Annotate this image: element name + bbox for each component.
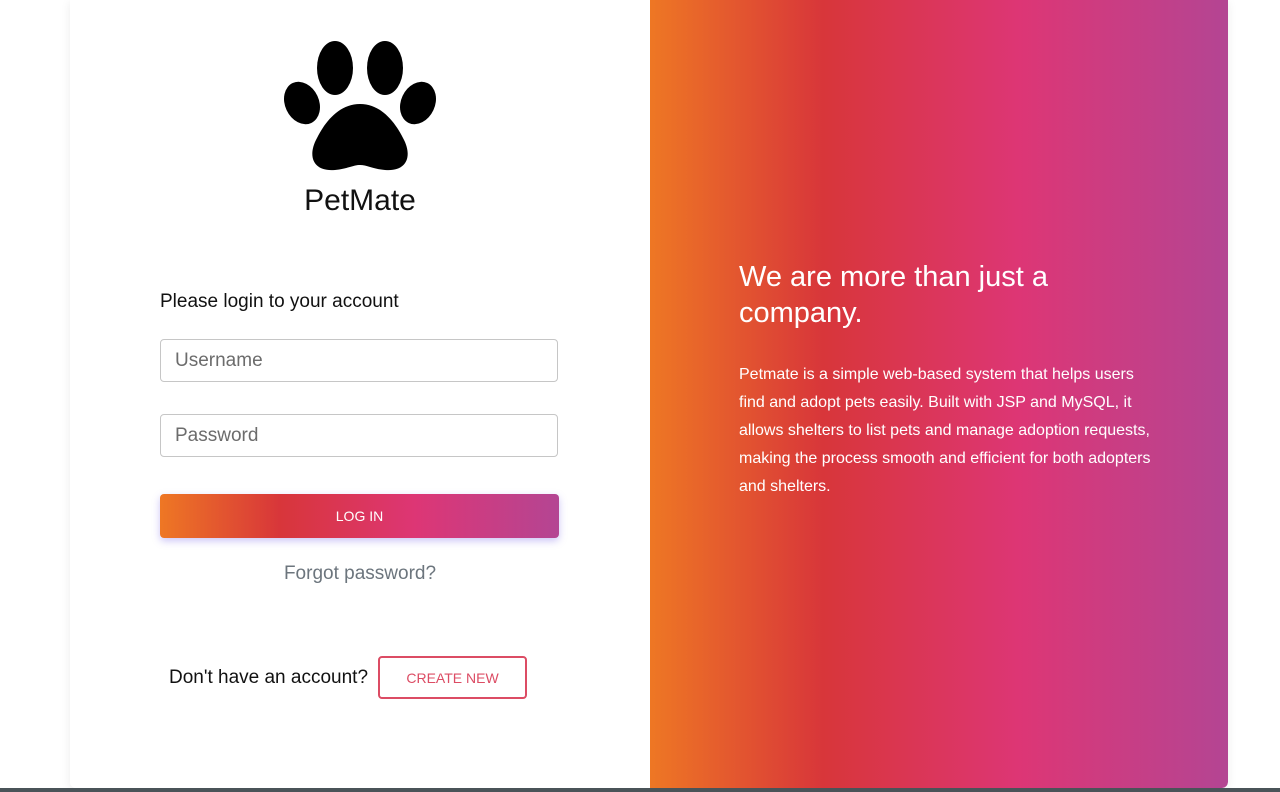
signup-prompt: Don't have an account? (168, 666, 369, 688)
login-button[interactable]: LOG IN (160, 494, 559, 538)
paw-icon (284, 41, 436, 171)
bottom-edge-bar (0, 788, 1280, 792)
brand-name: PetMate (304, 184, 416, 217)
signup-row: Don't have an account? CREATE NEW (70, 656, 650, 699)
promo-panel: We are more than just a company. Petmate… (650, 0, 1228, 788)
forgot-password-link[interactable]: Forgot password? (70, 563, 650, 585)
login-card: PetMate Please login to your account LOG… (70, 0, 1228, 788)
username-input[interactable] (160, 339, 558, 382)
login-subtitle: Please login to your account (160, 291, 399, 312)
password-input[interactable] (160, 414, 558, 457)
promo-description: Petmate is a simple web-based system tha… (739, 366, 1151, 495)
login-page: PetMate Please login to your account LOG… (0, 0, 1280, 792)
promo-headline: We are more than just a company. (739, 261, 1048, 329)
login-panel: PetMate Please login to your account LOG… (70, 0, 650, 788)
create-account-button[interactable]: CREATE NEW (378, 656, 528, 699)
